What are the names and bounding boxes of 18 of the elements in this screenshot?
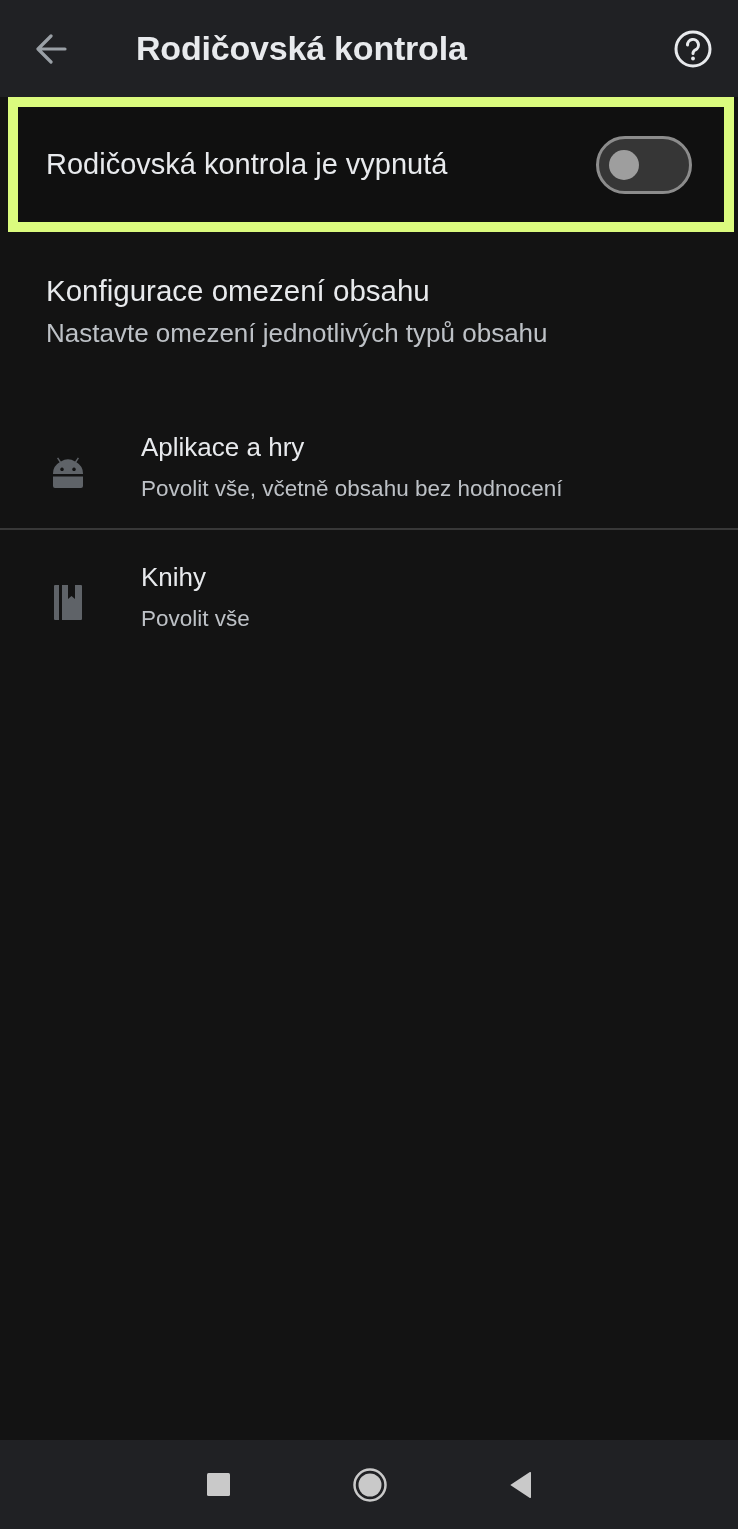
back-triangle-icon[interactable] <box>509 1471 532 1498</box>
home-circle-icon[interactable] <box>352 1467 387 1502</box>
android-icon <box>52 456 84 488</box>
back-arrow-icon[interactable] <box>35 33 67 64</box>
content-type-item[interactable]: Aplikace a hry Povolit vše, včetně obsahu bez hodnocení <box>0 400 738 530</box>
item-subtitle: Povolit vše <box>141 605 250 633</box>
section-title: Konfigurace omezení obsahu <box>46 273 431 309</box>
help-icon[interactable] <box>674 29 712 68</box>
book-icon <box>54 584 82 620</box>
item-subtitle: Povolit vše, včetně obsahu bez hodnocení <box>141 475 563 503</box>
section-subtitle: Nastavte omezení jednotlivých typů obsahu <box>46 317 549 349</box>
item-title: Aplikace a hry <box>141 431 306 464</box>
item-title: Knihy <box>141 561 208 594</box>
recents-square-icon[interactable] <box>206 1473 230 1496</box>
screen-title: Rodičovská kontrola <box>136 29 468 68</box>
content-type-item[interactable]: Knihy Povolit vše <box>0 530 738 658</box>
parental-control-toggle[interactable] <box>596 135 692 194</box>
switch-label: Rodičovská kontrola je vypnutá <box>46 148 448 181</box>
